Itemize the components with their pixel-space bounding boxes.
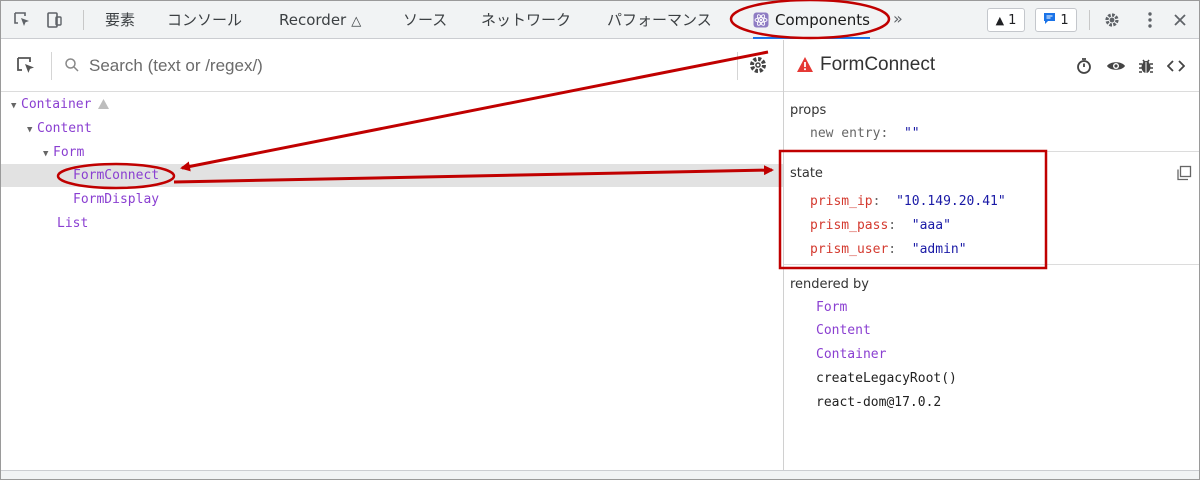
rendered-by-container-link[interactable]: Container	[816, 347, 886, 362]
tree-item-form[interactable]: ▼ Form	[1, 141, 783, 164]
messages-badge[interactable]: 1	[1035, 8, 1077, 32]
search-separator	[737, 52, 738, 80]
tree-item-label: FormDisplay	[73, 192, 160, 207]
prop-key: new entry	[810, 126, 881, 141]
view-source-icon[interactable]	[1166, 56, 1186, 76]
component-settings-gear-icon[interactable]	[747, 54, 769, 80]
search-input[interactable]	[89, 52, 729, 80]
inspector-header: FormConnect	[784, 40, 1199, 92]
more-options-icon[interactable]	[1139, 9, 1161, 31]
tree-item-label: List	[57, 216, 89, 231]
props-section: props new entry: ""	[784, 93, 1199, 151]
state-value[interactable]: "10.149.20.41"	[896, 194, 1006, 209]
rendered-by-title: rendered by	[790, 277, 869, 292]
tab-recorder[interactable]: Recorder △	[279, 1, 361, 39]
warnings-count: 1	[1008, 12, 1017, 28]
search-separator	[51, 52, 52, 80]
selected-component-title: FormConnect	[820, 54, 936, 75]
settings-gear-icon[interactable]	[1101, 9, 1123, 31]
tree-item-label: Container	[21, 97, 92, 112]
bottom-strip	[1, 470, 1199, 479]
eye-icon[interactable]	[1106, 56, 1126, 76]
tab-console[interactable]: コンソール	[167, 1, 242, 39]
colon: :	[880, 126, 904, 141]
state-value[interactable]: "aaa"	[912, 218, 951, 233]
rendered-by-root: createLegacyRoot()	[816, 371, 957, 386]
toolbar-separator	[1089, 10, 1090, 30]
react-logo-icon	[753, 4, 769, 42]
stopwatch-icon[interactable]	[1074, 56, 1094, 76]
rendered-by-content-link[interactable]: Content	[816, 323, 871, 338]
tab-elements[interactable]: 要素	[105, 1, 135, 39]
message-icon	[1043, 12, 1056, 29]
tab-performance[interactable]: パフォーマンス	[607, 1, 712, 39]
bug-icon[interactable]	[1136, 56, 1156, 76]
rendered-by-form-link[interactable]: Form	[816, 300, 847, 315]
tree-item-list[interactable]: List	[1, 212, 783, 235]
state-section: state prism_ip: "10.149.20.41" prism_pas…	[784, 152, 1199, 264]
chevron-double-right-icon[interactable]: »	[893, 1, 903, 39]
expand-arrow-icon[interactable]: ▼	[27, 119, 37, 142]
state-key: prism_ip	[810, 194, 873, 209]
select-element-icon[interactable]	[15, 55, 37, 81]
expand-arrow-icon[interactable]: ▼	[43, 143, 53, 166]
tree-item-label: Form	[53, 145, 85, 160]
props-title: props	[790, 103, 827, 118]
colon: :	[888, 242, 912, 257]
warning-triangle-icon: ▲	[995, 13, 1005, 27]
tab-components-label: Components	[775, 11, 870, 29]
state-title: state	[790, 166, 823, 181]
search-icon	[64, 57, 80, 77]
state-key: prism_pass	[810, 218, 889, 233]
flask-icon: △	[351, 14, 362, 29]
rendered-by-react-dom: react-dom@17.0.2	[816, 395, 942, 410]
inspect-element-icon[interactable]	[11, 9, 33, 31]
prop-row[interactable]: new entry: ""	[810, 126, 920, 141]
devtools-toolbar: 要素 コンソール Recorder △ ソース ネットワーク パフォーマンス Co…	[1, 1, 1199, 39]
state-row[interactable]: prism_pass: "aaa"	[810, 218, 951, 233]
prop-value[interactable]: ""	[904, 126, 920, 141]
tree-item-formconnect[interactable]: FormConnect	[1, 164, 783, 187]
state-row[interactable]: prism_user: "admin"	[810, 242, 967, 257]
tree-item-content[interactable]: ▼ Content	[1, 117, 783, 140]
tab-recorder-label: Recorder	[279, 11, 347, 29]
tree-item-label: Content	[37, 121, 92, 136]
state-key: prism_user	[810, 242, 889, 257]
colon: :	[872, 194, 897, 209]
tab-network[interactable]: ネットワーク	[481, 1, 571, 39]
state-value[interactable]: "admin"	[912, 242, 967, 257]
messages-count: 1	[1060, 12, 1069, 28]
toolbar-separator	[83, 10, 84, 30]
component-search-bar	[1, 40, 783, 92]
warnings-badge[interactable]: ▲ 1	[987, 8, 1025, 32]
warning-triangle-icon	[97, 95, 110, 118]
state-row[interactable]: prism_ip: "10.149.20.41"	[810, 194, 1006, 209]
device-toolbar-icon[interactable]	[43, 9, 65, 31]
tree-item-label: FormConnect	[73, 168, 160, 183]
tree-item-formdisplay[interactable]: FormDisplay	[1, 188, 783, 211]
error-warning-icon	[796, 56, 814, 77]
expand-arrow-icon[interactable]: ▼	[11, 95, 21, 118]
close-icon[interactable]	[1169, 9, 1191, 31]
tab-components[interactable]: Components	[753, 1, 870, 39]
copy-icon[interactable]	[1176, 165, 1192, 185]
tree-item-container[interactable]: ▼ Container	[1, 93, 783, 116]
tab-sources[interactable]: ソース	[403, 1, 447, 39]
colon: :	[888, 218, 912, 233]
